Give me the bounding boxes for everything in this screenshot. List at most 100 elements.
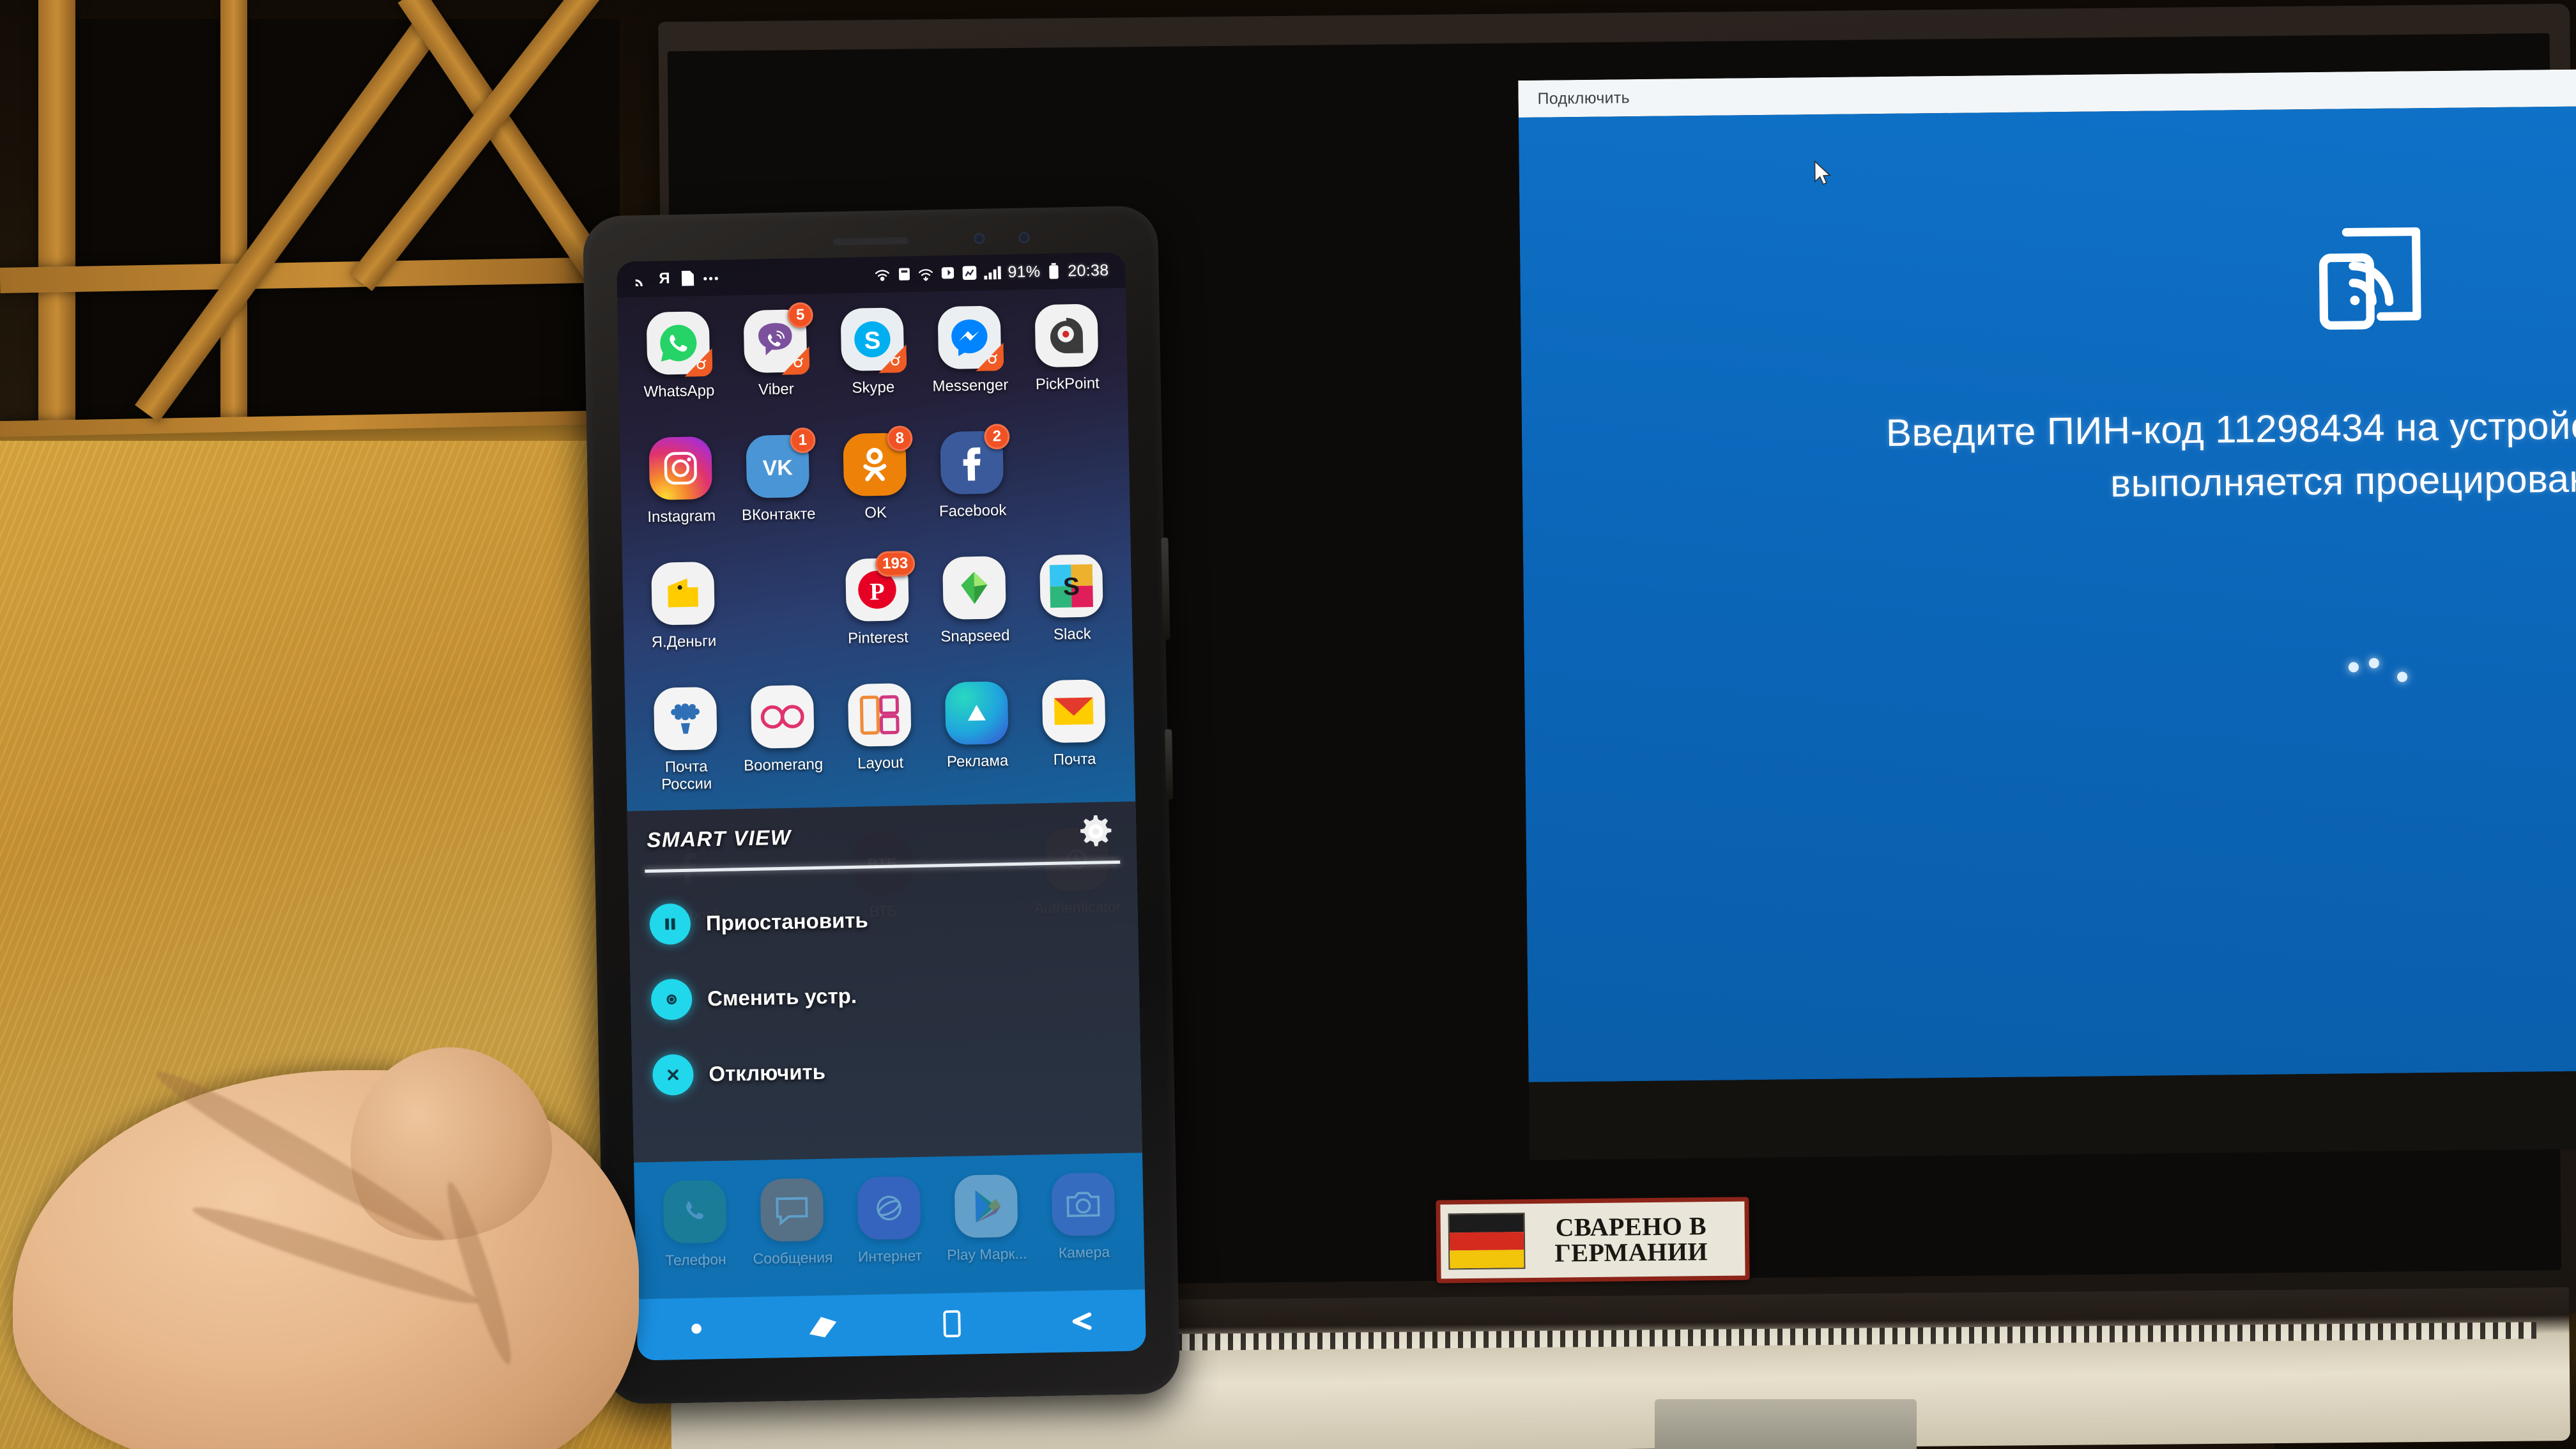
ads-manager-icon [944,681,1009,746]
app-slack[interactable]: S Slack [1022,554,1122,675]
play-store-icon [954,1174,1018,1238]
data-saver-icon [961,264,977,280]
wifi-calling-icon [874,266,890,282]
loading-spinner-dots [1524,649,2576,682]
app-label: WhatsApp [643,381,715,401]
battery-full-icon [1046,263,1062,279]
battery-percent-label: 91% [1008,262,1041,281]
app-label: ВКонтакте [741,505,816,525]
pin-instruction-text: Введите ПИН-код 11298434 на устройстве, … [1885,401,2576,505]
app-snapseed[interactable]: Snapseed [925,556,1025,677]
sticker-text: СВАРЕНО В ГЕРМАНИИ [1525,1212,1738,1268]
app-pinterest[interactable]: P 193 Pinterest [828,550,928,678]
app-empty-slot [731,560,831,680]
app-label: Skype [852,378,895,397]
yandex-mail-icon [1041,679,1106,744]
dock-label: Play Марк... [947,1245,1027,1264]
app-label: Почта России [661,758,712,793]
smart-view-title: SMART VIEW [647,825,792,852]
notification-badge: 2 [984,424,1010,450]
app-label: Почта [1053,750,1096,769]
phone-power-button[interactable] [1165,729,1174,800]
svg-text:P: P [870,578,885,605]
dock-label: Сообщения [753,1248,833,1267]
app-facebook[interactable]: 2 Facebook [923,424,1022,551]
earpiece-speaker [832,237,908,246]
app-label: OK [864,503,887,522]
app-label: Layout [857,754,904,772]
status-system-icons: 91% 20:38 [874,261,1109,284]
window-title: Подключить [1537,88,1630,108]
yandex-icon: Я [659,270,670,288]
app-russian-post[interactable]: Почта России [636,686,736,807]
mouse-cursor [1814,160,1831,185]
app-label: Boomerang [743,755,824,775]
app-layout[interactable]: Layout [831,683,930,804]
dock-label: Камера [1058,1243,1110,1261]
wifi-direct-icon [917,266,933,282]
layout-icon [847,683,912,747]
made-in-germany-sticker: СВАРЕНО В ГЕРМАНИИ [1436,1197,1750,1284]
app-label: Facebook [939,502,1007,521]
action-label: Приостановить [705,908,869,935]
app-pickpoint[interactable]: PickPoint [1017,303,1117,424]
app-skype[interactable]: S Skype [824,307,923,428]
svg-text:S: S [1063,573,1080,601]
back-icon[interactable] [1066,1308,1094,1335]
svg-text:S: S [864,327,880,355]
yandex-money-icon [651,561,715,625]
app-ads-manager[interactable]: Реклама [928,681,1027,802]
phone-clock: 20:38 [1068,261,1109,280]
cast-to-device-icon [2319,227,2421,330]
signal-bars-icon [983,264,1002,281]
recents-icon[interactable] [807,1313,838,1339]
boomerang-icon [750,685,815,749]
pause-icon [649,903,691,945]
app-messenger[interactable]: Messenger [920,305,1020,426]
gear-icon[interactable] [1075,810,1117,853]
status-notification-icons: Я [633,270,718,288]
internet-browser-icon [857,1176,921,1240]
app-viber[interactable]: 5 Viber [726,302,826,430]
dock-item-play-store[interactable]: Play Марк... [937,1174,1036,1264]
spinner-dot [2397,671,2408,682]
app-label: Messenger [932,376,1009,395]
app-instagram[interactable]: Instagram [631,436,731,556]
chair-post-left [38,0,75,447]
notification-badge: 8 [887,425,913,452]
app-yandex-money[interactable]: Я.Деньги [634,561,733,682]
dock-item-camera[interactable]: Камера [1034,1172,1133,1262]
smart-view-header: SMART VIEW [627,801,1137,870]
german-flag-icon [1448,1213,1526,1270]
home-icon[interactable] [940,1309,964,1339]
app-vkontakte[interactable]: VK 1 ВКонтакте [728,427,828,555]
app-label: Pinterest [847,629,909,647]
messages-icon [760,1177,824,1242]
laptop-foot [1655,1399,1917,1449]
app-whatsapp[interactable]: WhatsApp [629,311,729,432]
app-odnoklassniki[interactable]: 8 OK [825,425,925,553]
smart-view-action-pause[interactable]: Приостановить [649,878,1118,962]
proximity-sensor-icon [974,233,985,245]
connect-app-body: Введите ПИН-код 11298434 на устройстве, … [1518,100,2576,1082]
dock-item-internet[interactable]: Интернет [840,1176,939,1265]
app-label: Instagram [647,507,716,526]
photo-scene: Подключить Введите ПИН-код 11298434 на у… [0,0,2576,1449]
front-camera-icon [1018,232,1030,243]
app-yandex-mail[interactable]: Почта [1025,679,1124,800]
app-label: Реклама [946,752,1009,771]
pickpoint-icon [1034,303,1099,368]
slack-icon: S [1039,554,1103,618]
app-label: PickPoint [1035,374,1100,394]
spinner-dot [2348,662,2359,673]
snapseed-icon [942,556,1006,620]
notification-badge: 5 [787,302,814,328]
svg-text:VK: VK [762,456,793,480]
more-notifications-dots-icon [702,270,718,286]
dock-item-messages[interactable]: Сообщения [743,1177,842,1267]
app-label: Snapseed [940,627,1010,646]
app-boomerang[interactable]: Boomerang [733,684,833,805]
app-label: Viber [758,380,794,399]
cast-message-block: Введите ПИН-код 11298434 на устройстве, … [1520,215,2576,516]
app-label: Я.Деньги [651,632,717,651]
